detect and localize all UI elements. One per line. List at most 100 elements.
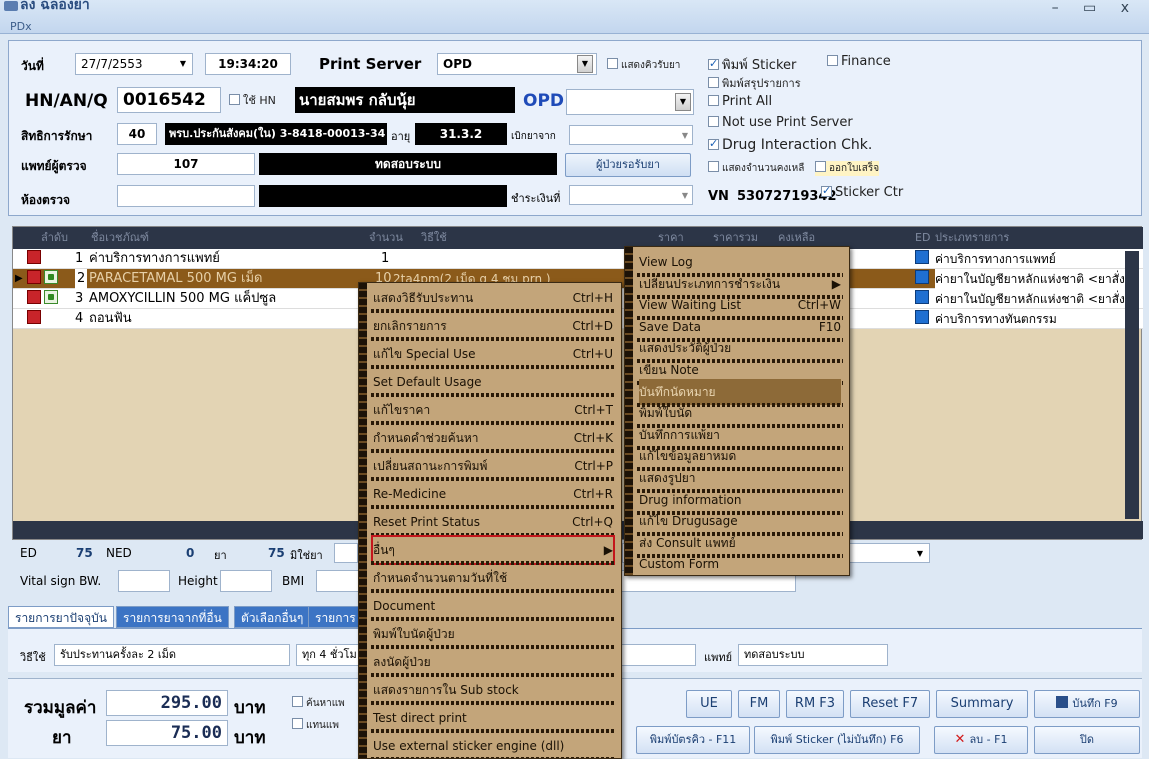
- context-menu-item[interactable]: แสดงวิธีรับประทาน Ctrl+H: [371, 285, 615, 313]
- context-menu-item-label: ยกเลิกรายการ: [373, 319, 447, 333]
- room-input[interactable]: [117, 185, 255, 207]
- delete-item-icon[interactable]: [27, 270, 41, 284]
- doctor-code[interactable]: 107: [117, 153, 255, 175]
- ue-button[interactable]: UE: [686, 690, 732, 718]
- context-menu-item[interactable]: Test direct print: [371, 705, 615, 733]
- replace-doctor-checkbox[interactable]: แทนแพ: [292, 718, 339, 733]
- nondrug-label: มิใช่ยา: [290, 549, 323, 562]
- drug-total-value: 75.00: [106, 720, 228, 746]
- print-summary-checkbox[interactable]: พิมพ์สรุปรายการ: [708, 74, 801, 92]
- edit-item-icon[interactable]: [44, 290, 58, 304]
- table-row[interactable]: 1 ค่าบริการทางการแพทย์ 1 ค่าบริการทางการ…: [13, 249, 1143, 269]
- tab-other-options[interactable]: ตัวเลือกอื่นๆ: [234, 606, 311, 628]
- category-color-icon: [915, 249, 933, 269]
- context-menu-item[interactable]: ลงนัดผู้ป่วย: [371, 649, 615, 677]
- drug-total-label: ยา: [52, 728, 72, 748]
- finance-checkbox[interactable]: Finance: [827, 54, 891, 69]
- waiting-patients-button[interactable]: ผู้ป่วยรอรับยา: [565, 153, 691, 177]
- summary-button[interactable]: Summary: [936, 690, 1028, 718]
- ned-label: NED: [106, 546, 132, 560]
- usage-extra-input[interactable]: [620, 644, 696, 666]
- context-menu-item[interactable]: Reset Print Status Ctrl+Q: [371, 509, 615, 537]
- context-menu-item[interactable]: แก้ไขราคา Ctrl+T: [371, 397, 615, 425]
- print-queue-button[interactable]: พิมพ์บัตรคิว - F11: [636, 726, 750, 754]
- col-header-name[interactable]: ชื่อเวชภัณฑ์: [91, 227, 149, 249]
- dept-dropdown-icon[interactable]: ▼: [675, 93, 691, 111]
- context-menu-item[interactable]: แสดงรายการใน Sub stock: [371, 677, 615, 705]
- col-header-qty[interactable]: จำนวน: [369, 227, 403, 249]
- sub-menu-item-label: บันทึกนัดหมาย: [639, 384, 716, 399]
- sub-menu-item[interactable]: Custom Form: [639, 551, 841, 575]
- print-all-checkbox[interactable]: Print All: [708, 94, 772, 109]
- tab-current-drugs[interactable]: รายการยาปัจจุบัน: [8, 606, 114, 628]
- save-button[interactable]: บันทึก F9: [1034, 690, 1140, 718]
- total-value: 295.00: [106, 690, 228, 716]
- usage-input[interactable]: รับประทานครั้งละ 2 เม็ด: [54, 644, 290, 666]
- drug-interaction-checkbox[interactable]: Drug Interaction Chk.: [708, 137, 872, 153]
- context-menu-item[interactable]: Re-Medicine Ctrl+R: [371, 481, 615, 509]
- delete-item-icon[interactable]: [27, 250, 41, 264]
- print-server-select[interactable]: OPD: [437, 53, 597, 75]
- rm-button[interactable]: RM F3: [786, 690, 844, 718]
- context-menu-item[interactable]: กำหนดจำนวนตามวันที่ใช้: [371, 565, 615, 593]
- issue-receipt-checkbox[interactable]: ออกใบเสร็จ: [815, 161, 880, 176]
- time-field[interactable]: 19:34:20: [205, 53, 291, 75]
- delete-item-icon[interactable]: [27, 290, 41, 304]
- context-menu-item[interactable]: แก้ไข Special Use Ctrl+U: [371, 341, 615, 369]
- show-queue-checkbox[interactable]: แสดงคิวรับยา: [607, 57, 680, 73]
- context-menu-item[interactable]: เปลี่ยนสถานะการพิมพ์ Ctrl+P: [371, 453, 615, 481]
- context-menu-item-label: Re-Medicine: [373, 487, 447, 501]
- print-server-dropdown-icon[interactable]: ▼: [577, 55, 593, 73]
- drug-count-label: ยา: [214, 549, 227, 562]
- frequency-input[interactable]: ทุก 4 ชั่วโม: [296, 644, 362, 666]
- print-sticker-checkbox[interactable]: พิมพ์ Sticker: [708, 54, 796, 75]
- context-menu-item[interactable]: Set Default Usage: [371, 369, 615, 397]
- not-use-print-server-checkbox[interactable]: Not use Print Server: [708, 115, 853, 130]
- checkbox-icon: [292, 696, 303, 707]
- col-header-no[interactable]: ลำดับ: [41, 227, 68, 249]
- edit-item-icon[interactable]: [44, 270, 58, 284]
- context-menu-item[interactable]: Use external sticker engine (dll): [371, 733, 615, 758]
- date-field[interactable]: 27/7/2553 ▼: [75, 53, 193, 75]
- usage-doctor-input[interactable]: ทดสอบระบบ: [738, 644, 888, 666]
- context-menu-item[interactable]: พิมพ์ใบนัดผู้ป่วย: [371, 621, 615, 649]
- payment-select[interactable]: ▼: [569, 185, 693, 205]
- context-menu-item-label: ลงนัดผู้ป่วย: [373, 655, 431, 669]
- use-hn-checkbox[interactable]: ใช้ HN: [229, 91, 276, 109]
- tab-more[interactable]: รายการ: [308, 606, 363, 628]
- sub-menu-item-label: แก้ไขข้อมูลยาหมด: [639, 449, 737, 464]
- sticker-ctr-checkbox[interactable]: Sticker Ctr: [821, 184, 903, 200]
- sub-menu-item-label: View Log: [639, 255, 693, 269]
- checkbox-icon: [229, 94, 240, 105]
- col-header-usage[interactable]: วิธีใช้: [421, 227, 447, 249]
- search-doctor-checkbox[interactable]: ค้นหาแพ: [292, 696, 345, 711]
- close-button[interactable]: ปิด: [1034, 726, 1140, 754]
- delete-item-icon[interactable]: [27, 310, 41, 324]
- show-remaining-checkbox[interactable]: แสดงจำนวนคงเหลื: [708, 161, 804, 176]
- height-input[interactable]: [220, 570, 272, 592]
- dept-label: OPD: [523, 91, 565, 111]
- delete-button[interactable]: ✕ ลบ - F1: [934, 726, 1028, 754]
- bw-input[interactable]: [118, 570, 170, 592]
- checkbox-icon: [708, 116, 719, 127]
- print-sticker-button[interactable]: พิมพ์ Sticker (ไม่บันทึก) F6: [754, 726, 920, 754]
- col-header-category[interactable]: ประเภทรายการ: [935, 227, 1009, 249]
- rights-code[interactable]: 40: [117, 123, 157, 145]
- sub-menu-item-label: เขียน Note: [639, 363, 699, 377]
- context-menu-item[interactable]: อื่นๆ ▶: [371, 535, 615, 565]
- context-menu-item[interactable]: ยกเลิกรายการ Ctrl+D: [371, 313, 615, 341]
- window-controls[interactable]: – ▭ x: [1052, 0, 1139, 16]
- context-menu-item-shortcut: Ctrl+U: [572, 347, 613, 361]
- reset-button[interactable]: Reset F7: [850, 690, 930, 718]
- col-header-ed[interactable]: ED: [915, 227, 930, 249]
- grid-vertical-scrollbar[interactable]: [1125, 251, 1139, 519]
- reimburse-select[interactable]: ▼: [569, 125, 693, 145]
- hn-label: HN/AN/Q: [25, 91, 108, 111]
- fm-button[interactable]: FM: [738, 690, 780, 718]
- context-menu-item[interactable]: กำหนดคำช่วยค้นหา Ctrl+K: [371, 425, 615, 453]
- hn-input[interactable]: 0016542: [117, 87, 221, 113]
- context-menu-item[interactable]: Document: [371, 593, 615, 621]
- title-bar: ลง ฉลองยา PDx – ▭ x: [0, 0, 1149, 34]
- bmi-input[interactable]: [316, 570, 360, 592]
- tab-external-drugs[interactable]: รายการยาจากที่อื่น: [116, 606, 229, 628]
